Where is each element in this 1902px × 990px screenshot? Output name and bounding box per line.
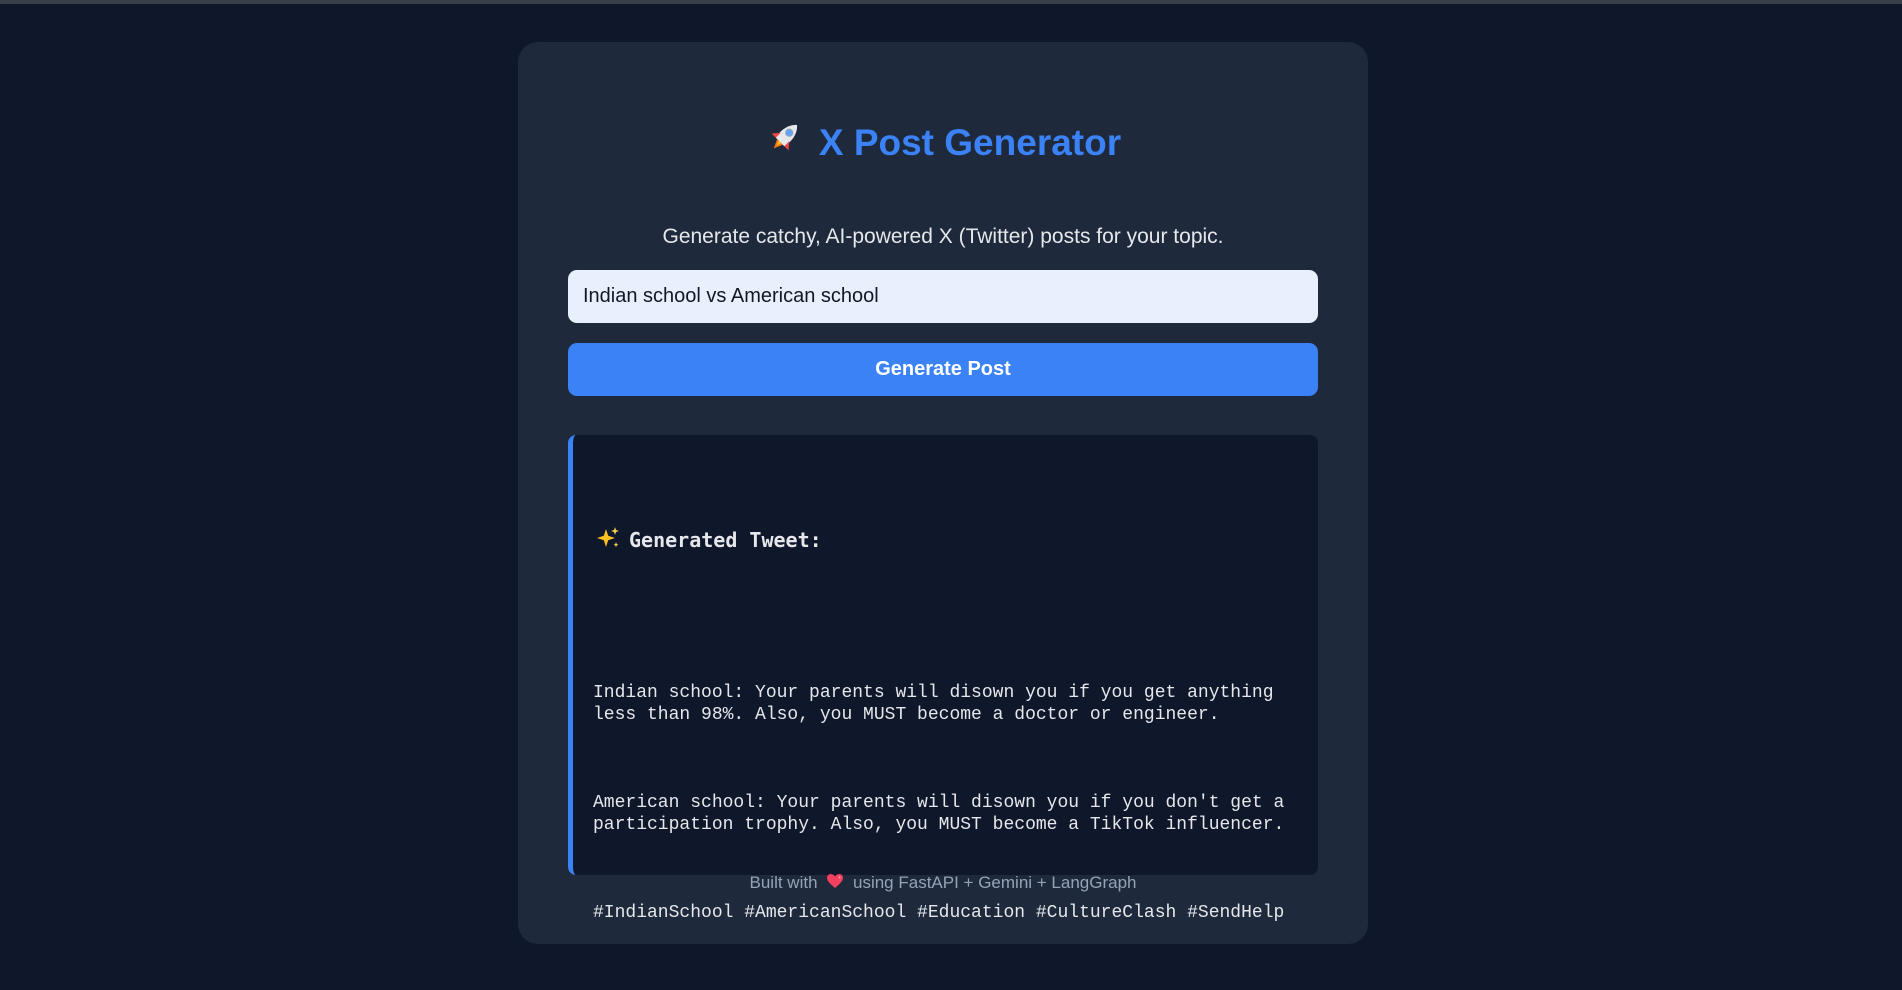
sparkles-icon bbox=[595, 525, 621, 558]
result-heading-text: Generated Tweet: bbox=[629, 528, 822, 552]
tweet-paragraph-indian: Indian school: Your parents will disown … bbox=[593, 683, 1285, 725]
footer-suffix: using FastAPI + Gemini + LangGraph bbox=[853, 873, 1137, 892]
footer: Built with using FastAPI + Gemini + Lang… bbox=[518, 871, 1368, 896]
title-text: X Post Generator bbox=[818, 122, 1122, 164]
tweet-hashtags: #IndianSchool #AmericanSchool #Education… bbox=[593, 903, 1285, 923]
subtitle: Generate catchy, AI-powered X (Twitter) … bbox=[662, 225, 1224, 248]
rocket-icon bbox=[765, 117, 805, 170]
page-title: X Post Generator bbox=[518, 116, 1368, 170]
generate-post-button[interactable]: Generate Post bbox=[568, 343, 1318, 396]
result-panel: Generated Tweet: Indian school: Your par… bbox=[568, 435, 1318, 923]
heart-icon bbox=[826, 872, 844, 896]
result-heading: Generated Tweet: bbox=[595, 525, 822, 558]
topic-input[interactable] bbox=[568, 270, 1318, 323]
browser-top-border bbox=[0, 0, 1902, 4]
tweet-paragraph-american: American school: Your parents will disow… bbox=[593, 793, 1296, 835]
generated-tweet-text: Indian school: Your parents will disown … bbox=[593, 638, 1293, 990]
footer-prefix: Built with bbox=[749, 873, 818, 892]
generator-card: X Post Generator Generate catchy, AI-pow… bbox=[518, 42, 1368, 944]
